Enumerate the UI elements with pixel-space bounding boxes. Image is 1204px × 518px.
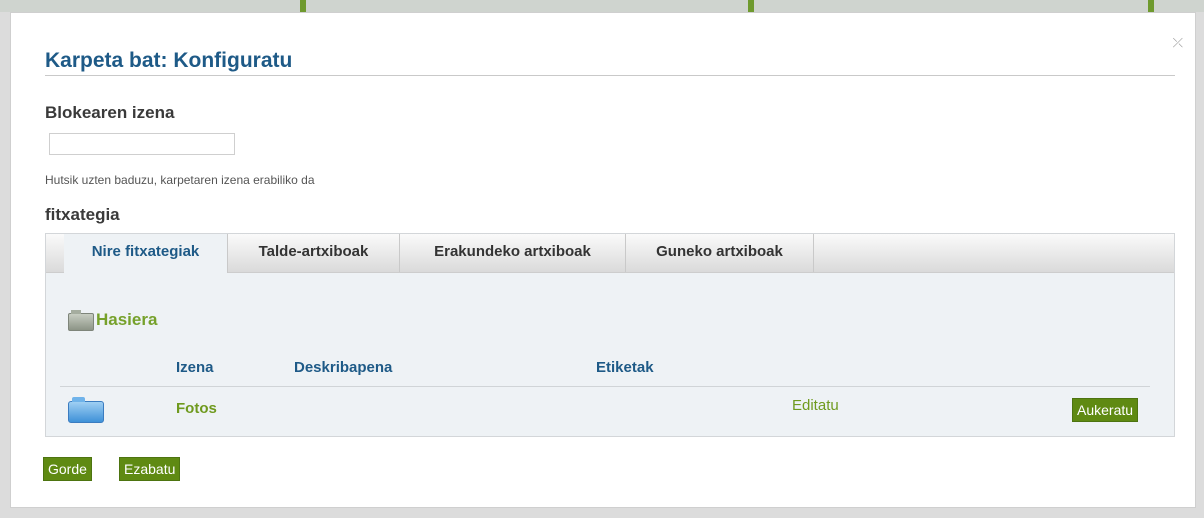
save-button[interactable]: Gorde bbox=[43, 457, 92, 481]
select-button[interactable]: Aukeratu bbox=[1072, 398, 1139, 422]
block-name-label: Blokearen izena bbox=[45, 103, 175, 122]
background-page-strip bbox=[0, 0, 1204, 12]
file-tabs: Nire fitxategiak Talde-artxiboak Erakund… bbox=[46, 234, 1174, 273]
delete-button[interactable]: Ezabatu bbox=[119, 457, 181, 481]
file-name: Fotos bbox=[176, 400, 217, 417]
block-name-hint: Hutsik uzten baduzu, karpetaren izena er… bbox=[45, 173, 315, 187]
column-header-description: Deskribapena bbox=[294, 359, 393, 376]
file-section-label: fitxategia bbox=[45, 205, 120, 224]
close-icon[interactable]: ⤫ bbox=[1173, 35, 1183, 51]
title-divider bbox=[45, 75, 1175, 76]
tab-institution-files[interactable]: Erakundeko artxiboak bbox=[400, 234, 626, 272]
breadcrumb-home[interactable]: Hasiera bbox=[96, 310, 157, 330]
background-marker bbox=[748, 0, 754, 12]
background-marker bbox=[300, 0, 306, 12]
dialog-title: Karpeta bat: Konfiguratu bbox=[45, 49, 293, 72]
block-name-input[interactable] bbox=[49, 133, 235, 155]
column-header-name: Izena bbox=[176, 359, 214, 376]
home-folder-icon bbox=[68, 310, 94, 331]
tab-my-files[interactable]: Nire fitxategiak bbox=[64, 234, 228, 273]
edit-link[interactable]: Editatu bbox=[792, 397, 839, 414]
background-marker bbox=[1148, 0, 1154, 12]
tab-site-files[interactable]: Guneko artxiboak bbox=[626, 234, 814, 272]
tab-group-files[interactable]: Talde-artxiboak bbox=[228, 234, 400, 272]
configure-folder-dialog: ⤫ Karpeta bat: Konfiguratu Blokearen ize… bbox=[10, 12, 1196, 508]
column-header-tags: Etiketak bbox=[596, 359, 654, 376]
file-browser-panel: Nire fitxategiak Talde-artxiboak Erakund… bbox=[45, 233, 1175, 437]
folder-icon bbox=[68, 397, 104, 423]
table-header-divider bbox=[60, 386, 1150, 387]
